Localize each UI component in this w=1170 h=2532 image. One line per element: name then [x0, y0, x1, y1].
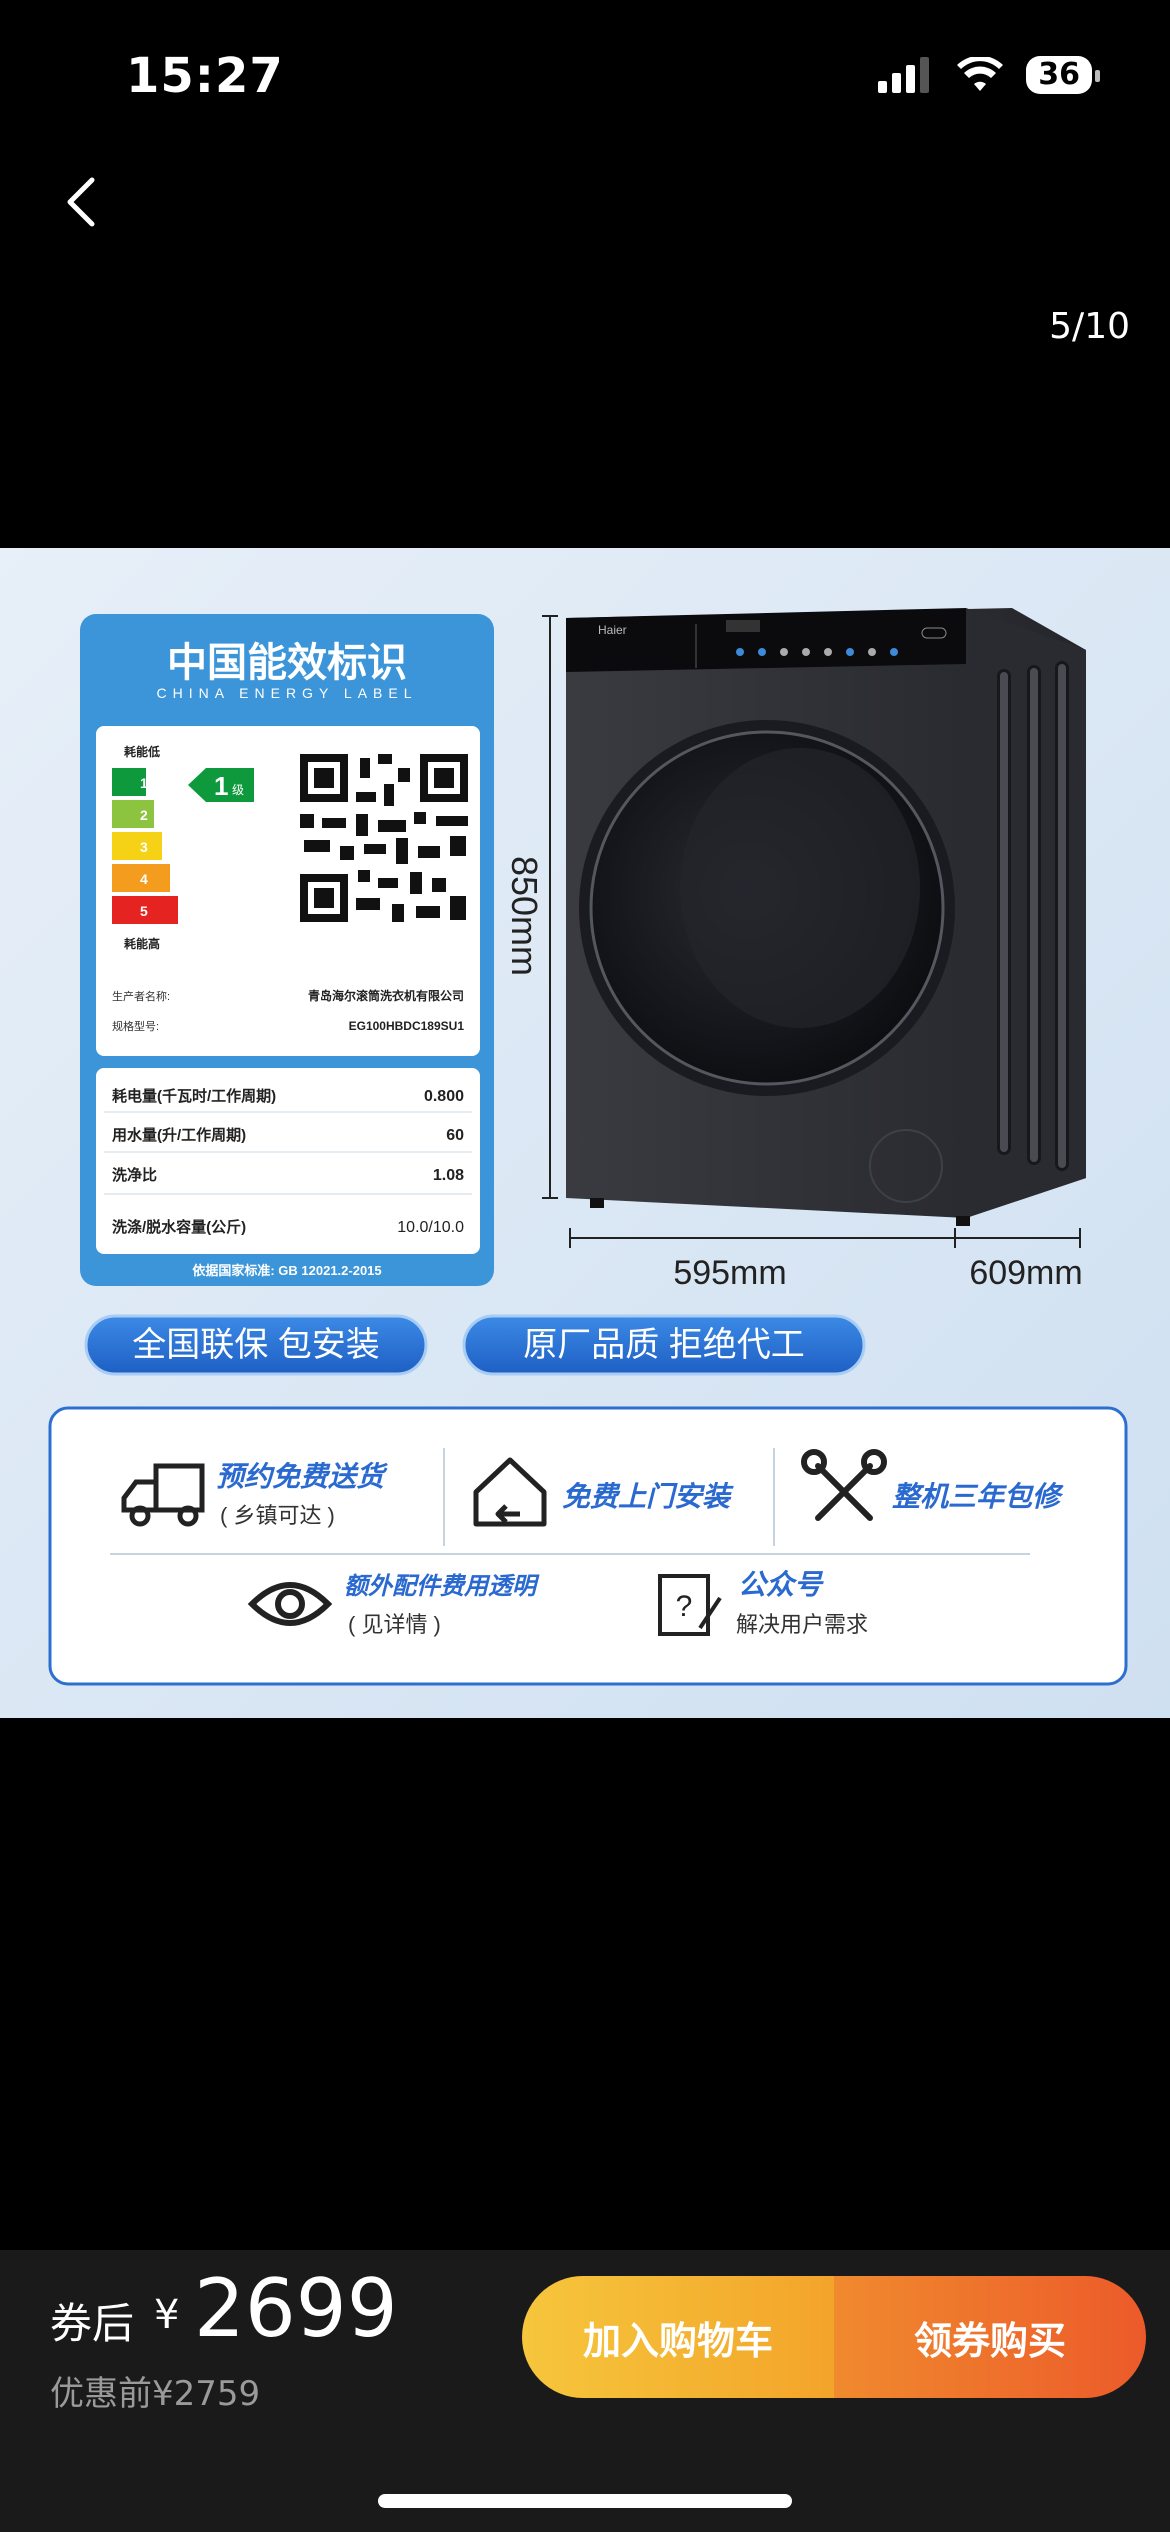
energy-label-title: 中国能效标识 — [167, 641, 407, 685]
svg-text:( 见详情 ): ( 见详情 ) — [348, 1612, 441, 1637]
svg-text:1.08: 1.08 — [433, 1167, 464, 1184]
price: 2699 — [194, 2262, 398, 2355]
svg-text:额外配件费用透明: 额外配件费用透明 — [344, 1573, 540, 1600]
svg-text:免费上门安装: 免费上门安装 — [562, 1481, 734, 1512]
svg-text:耗电量(千瓦时/工作周期): 耗电量(千瓦时/工作周期) — [112, 1087, 276, 1105]
svg-text:0.800: 0.800 — [424, 1088, 464, 1105]
svg-text:预约免费送货: 预约免费送货 — [216, 1461, 388, 1492]
dim-depth: 609mm — [969, 1254, 1082, 1292]
svg-text:洗涤/脱水容量(公斤): 洗涤/脱水容量(公斤) — [112, 1218, 246, 1236]
svg-text:?: ? — [676, 1590, 693, 1623]
image-counter: 5/10 — [1049, 306, 1130, 347]
svg-text:整机三年包修: 整机三年包修 — [892, 1481, 1064, 1512]
signal-icon — [878, 57, 930, 93]
svg-text:2: 2 — [140, 807, 148, 823]
pill-warranty: 全国联保 包安装 — [84, 1314, 428, 1376]
svg-text:10.0/10.0: 10.0/10.0 — [397, 1219, 464, 1236]
svg-text:青岛海尔滚筒洗衣机有限公司: 青岛海尔滚筒洗衣机有限公司 — [308, 988, 464, 1003]
svg-text:解决用户需求: 解决用户需求 — [736, 1612, 868, 1637]
energy-label: 中国能效标识 CHINA ENERGY LABEL 耗能低 耗能高 1 2 3 … — [80, 614, 494, 1286]
energy-label-subtitle: CHINA ENERGY LABEL — [156, 685, 417, 701]
svg-text:公众号: 公众号 — [738, 1569, 824, 1600]
services-card: 预约免费送货 ( 乡镇可达 ) 免费上门安装 整机三年包修 额外配件费用透明 (… — [48, 1406, 1128, 1686]
energy-grade: 1 — [214, 771, 228, 801]
svg-text:用水量(升/工作周期): 用水量(升/工作周期) — [112, 1126, 246, 1144]
add-to-cart-button[interactable]: 加入购物车 — [522, 2276, 834, 2398]
status-icons: 36 — [878, 56, 1100, 94]
svg-text:1: 1 — [140, 775, 148, 791]
pill-quality: 原厂品质 拒绝代工 — [462, 1314, 866, 1376]
svg-text:EG100HBDC189SU1: EG100HBDC189SU1 — [349, 1019, 465, 1033]
currency-symbol: ¥ — [154, 2292, 180, 2338]
svg-text:4: 4 — [140, 871, 148, 887]
battery-indicator: 36 — [1026, 56, 1100, 94]
svg-text:3: 3 — [140, 839, 148, 855]
qr-code — [298, 752, 470, 924]
dim-height: 850mm — [504, 856, 545, 976]
svg-text:依据国家标准: GB 12021.2-2015: 依据国家标准: GB 12021.2-2015 — [192, 1263, 381, 1278]
svg-text:级: 级 — [232, 783, 244, 797]
svg-text:Haier: Haier — [598, 623, 627, 637]
svg-text:60: 60 — [446, 1127, 464, 1144]
svg-text:耗能低: 耗能低 — [124, 744, 160, 759]
svg-text:洗净比: 洗净比 — [112, 1166, 157, 1184]
status-time: 15:27 — [126, 48, 284, 104]
svg-text:规格型号:: 规格型号: — [112, 1019, 159, 1033]
back-chevron-icon[interactable] — [62, 176, 102, 228]
wifi-icon — [957, 57, 1004, 91]
product-image[interactable]: 中国能效标识 CHINA ENERGY LABEL 耗能低 耗能高 1 2 3 … — [0, 548, 1170, 1718]
home-indicator[interactable] — [378, 2494, 792, 2508]
dim-width: 595mm — [673, 1254, 786, 1292]
svg-text:( 乡镇可达 ): ( 乡镇可达 ) — [220, 1503, 335, 1528]
svg-text:原厂品质 拒绝代工: 原厂品质 拒绝代工 — [523, 1326, 804, 1364]
original-price: 优惠前¥2759 — [50, 2374, 261, 2414]
svg-text:全国联保 包安装: 全国联保 包安装 — [132, 1326, 379, 1364]
buy-with-coupon-button[interactable]: 领券购买 — [834, 2276, 1146, 2398]
washing-machine-illustration: Haier — [566, 608, 1086, 1226]
after-coupon-label: 券后 — [50, 2299, 135, 2348]
svg-text:5: 5 — [140, 903, 148, 919]
svg-text:耗能高: 耗能高 — [124, 936, 160, 951]
svg-text:生产者名称:: 生产者名称: — [112, 989, 170, 1003]
